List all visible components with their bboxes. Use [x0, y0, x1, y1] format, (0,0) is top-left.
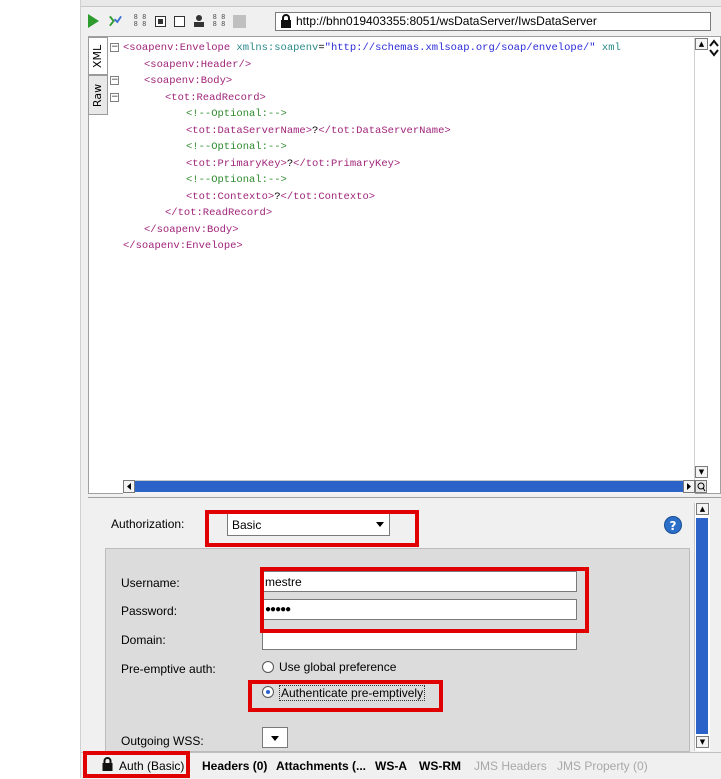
left-margin — [0, 0, 81, 778]
scroll-down-icon[interactable]: ▼ — [696, 736, 709, 748]
scroll-right-icon[interactable] — [683, 480, 695, 493]
code-token: <tot:DataServerName> — [186, 124, 313, 137]
code-token: <soapenv:Body> — [144, 75, 233, 87]
tab-raw[interactable]: Raw — [88, 75, 108, 115]
outgoing-wss-select[interactable] — [262, 727, 288, 748]
editor-vertical-scrollbar[interactable]: ▲ ▼ — [694, 38, 708, 480]
add-icon[interactable] — [172, 14, 186, 28]
code-token: <soapenv:Envelope — [123, 42, 237, 54]
chevron-down-icon — [271, 736, 279, 741]
endpoint-url: http://bhn019403355:8051/wsDataServer/Iw… — [296, 14, 597, 28]
option-icon[interactable]: 8 88 8 — [212, 14, 226, 28]
horizontal-scroll-thumb[interactable] — [135, 481, 683, 492]
code-line[interactable]: <soapenv:Header/> — [123, 57, 693, 74]
code-token: </soapenv:Envelope> — [123, 240, 243, 252]
fold-toggle-icon[interactable]: − — [110, 76, 119, 85]
tab-jms-property[interactable]: JMS Property (0) — [557, 759, 648, 773]
code-line[interactable]: <!--Optional:--> — [123, 106, 693, 123]
code-line[interactable]: <tot:PrimaryKey>?</tot:PrimaryKey> — [123, 156, 693, 173]
code-token: xml — [595, 42, 621, 54]
scroll-down-icon[interactable]: ▼ — [695, 466, 708, 478]
highlight-credentials — [260, 567, 589, 633]
top-strip — [81, 0, 721, 7]
fold-toggle-icon[interactable]: − — [110, 93, 119, 102]
collapse-handle-icon[interactable] — [707, 36, 721, 60]
xml-code[interactable]: <soapenv:Envelope xmlns:soapenv="http://… — [123, 40, 693, 480]
run-icon[interactable] — [86, 14, 100, 28]
code-token: </tot:PrimaryKey> — [293, 157, 401, 170]
tab-jms-headers[interactable]: JMS Headers — [474, 759, 547, 773]
tab-headers[interactable]: Headers (0) — [202, 759, 267, 773]
lock-icon — [279, 14, 293, 28]
tab-ws-rm[interactable]: WS-RM — [419, 759, 461, 773]
code-line[interactable]: </soapenv:Envelope> — [123, 238, 693, 255]
password-label: Password: — [121, 604, 178, 618]
code-line[interactable]: <tot:DataServerName>?</tot:DataServerNam… — [123, 123, 693, 140]
option-icon[interactable]: 8 88 8 — [133, 14, 147, 28]
code-line[interactable]: </soapenv:Body> — [123, 222, 693, 239]
highlight-auth-tab — [83, 751, 190, 778]
code-token: <tot:Contexto> — [186, 190, 275, 203]
highlight-preemptive — [248, 680, 443, 712]
highlight-authorization — [205, 510, 419, 547]
code-token: <!--Optional:--> — [186, 108, 287, 120]
code-line[interactable]: <soapenv:Body> — [123, 73, 693, 90]
code-token: </tot:Contexto> — [280, 190, 376, 203]
stop-icon[interactable] — [153, 14, 167, 28]
scroll-up-icon[interactable]: ▲ — [696, 503, 709, 515]
preemptive-label: Pre-emptive auth: — [121, 662, 216, 676]
vertical-scroll-thumb[interactable] — [696, 518, 708, 734]
radio-use-global-preference[interactable] — [262, 661, 274, 673]
tab-xml[interactable]: XML — [88, 37, 108, 75]
tab-ws-a[interactable]: WS-A — [375, 759, 407, 773]
fold-toggle-icon[interactable]: − — [110, 43, 119, 52]
help-icon[interactable]: ? — [664, 516, 682, 534]
code-line[interactable]: <tot:Contexto>?</tot:Contexto> — [123, 189, 693, 206]
outgoing-wss-label: Outgoing WSS: — [121, 734, 204, 748]
code-line[interactable]: <soapenv:Envelope xmlns:soapenv="http://… — [123, 40, 693, 57]
zoom-icon[interactable] — [695, 480, 707, 493]
username-label: Username: — [121, 576, 180, 590]
code-line[interactable]: </tot:ReadRecord> — [123, 205, 693, 222]
editor-view-tabs: XML Raw — [88, 37, 110, 117]
person-icon[interactable] — [192, 14, 206, 28]
tab-attachments[interactable]: Attachments (... — [276, 759, 366, 773]
code-token: </soapenv:Body> — [144, 223, 239, 236]
scroll-left-icon[interactable] — [123, 480, 135, 493]
code-token: "http://schemas.xmlsoap.org/soap/envelop… — [324, 42, 596, 54]
authorization-label: Authorization: — [111, 517, 185, 531]
code-token: <soapenv:Header/> — [144, 58, 252, 71]
option-use-global-preference[interactable]: Use global preference — [279, 660, 396, 674]
code-token: <!--Optional:--> — [186, 141, 287, 153]
code-token: </tot:ReadRecord> — [165, 207, 273, 219]
code-line[interactable]: <!--Optional:--> — [123, 139, 693, 156]
domain-label: Domain: — [121, 633, 166, 647]
code-token: <tot:ReadRecord> — [165, 91, 266, 104]
code-line[interactable]: <!--Optional:--> — [123, 172, 693, 189]
code-token: xmlns:soapenv — [236, 42, 319, 54]
code-token: <tot:PrimaryKey> — [186, 157, 287, 170]
blank-icon[interactable] — [232, 14, 246, 28]
code-token: </tot:DataServerName> — [318, 124, 451, 137]
code-token: <!--Optional:--> — [186, 174, 287, 186]
assertion-icon[interactable] — [108, 14, 122, 28]
code-line[interactable]: <tot:ReadRecord> — [123, 90, 693, 107]
